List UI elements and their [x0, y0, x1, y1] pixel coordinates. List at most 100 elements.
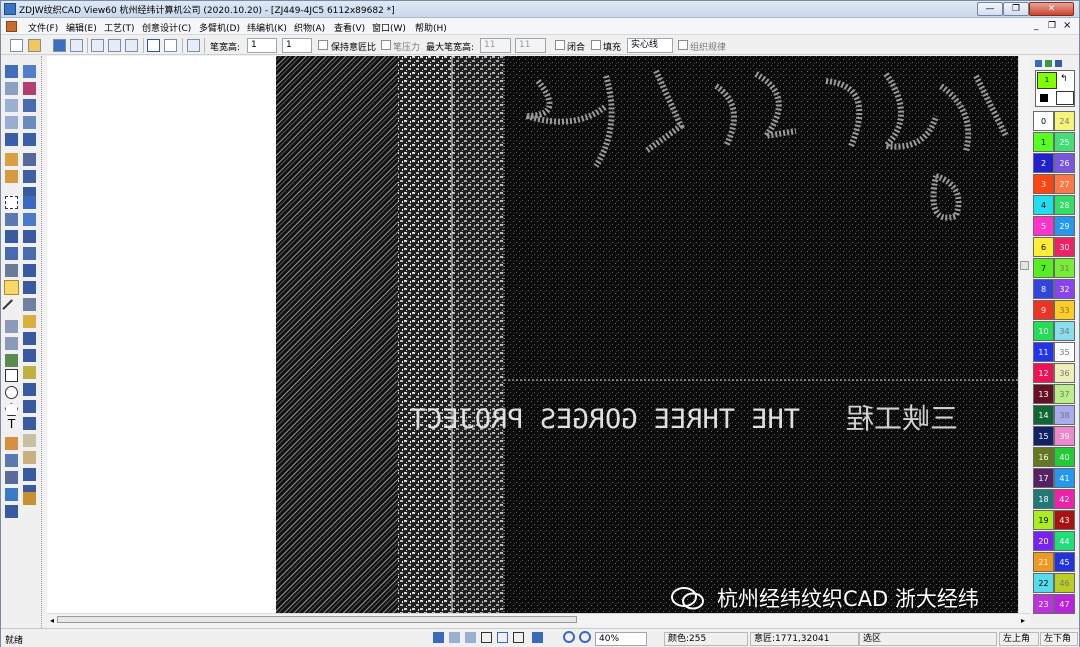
max-pen-height-spinner[interactable]: 11	[515, 38, 546, 53]
mdi-restore-button[interactable]: ❐	[1048, 21, 1056, 31]
globe-icon[interactable]	[23, 170, 36, 183]
text-icon[interactable]: T	[5, 418, 18, 431]
spray-icon[interactable]	[5, 354, 18, 367]
color-swatch[interactable]: 44	[1054, 531, 1075, 551]
vertical-scroll-thumb[interactable]	[1020, 261, 1029, 270]
color-swatch[interactable]: 12	[1033, 363, 1054, 383]
eraser-icon[interactable]	[5, 488, 18, 501]
hatch-icon[interactable]	[513, 632, 524, 643]
color-swatch[interactable]: 9	[1033, 300, 1054, 320]
color-swatch[interactable]: 2	[1033, 153, 1054, 173]
chart-tool-icon[interactable]	[23, 417, 36, 430]
pencil-icon[interactable]	[4, 280, 19, 295]
rotate-icon[interactable]	[5, 505, 18, 518]
zoom-select[interactable]: 40%	[595, 632, 647, 646]
dots-icon[interactable]	[23, 196, 36, 209]
fine-grid-icon[interactable]	[497, 632, 508, 643]
color-swatch[interactable]: 43	[1054, 510, 1075, 530]
mesh-icon[interactable]	[23, 468, 36, 481]
lasso-icon[interactable]	[5, 213, 18, 226]
grid-icon[interactable]	[91, 39, 104, 52]
magic-wand-icon[interactable]	[5, 230, 18, 243]
palette-mode-icon[interactable]	[1035, 60, 1042, 67]
weave-icon[interactable]	[23, 230, 36, 243]
zoom-in-icon[interactable]	[563, 631, 575, 643]
menu-creative-design[interactable]: 创意设计(C)	[142, 21, 191, 34]
menu-file[interactable]: 文件(F)	[28, 21, 58, 34]
color-swatch[interactable]: 31	[1054, 258, 1075, 278]
color-swatch[interactable]: 32	[1054, 279, 1075, 299]
color-swatch[interactable]: 27	[1054, 174, 1075, 194]
copy-icon[interactable]	[108, 39, 121, 52]
color-swatch[interactable]: 47	[1054, 594, 1075, 614]
noise-icon[interactable]	[23, 298, 36, 311]
color-swatch[interactable]: 22	[1033, 573, 1054, 593]
color-swatch[interactable]: 19	[1033, 510, 1054, 530]
color-swatch[interactable]: 24	[1054, 111, 1075, 131]
tile-icon[interactable]	[23, 281, 36, 294]
design-canvas[interactable]: THE THREE GORGES PROJECT 三峡工程	[276, 56, 1018, 613]
color-swatch[interactable]: 33	[1054, 300, 1075, 320]
printer-icon[interactable]	[23, 492, 36, 505]
folder-tool-icon[interactable]	[23, 451, 36, 464]
close-button[interactable]: ✕	[1029, 2, 1074, 16]
texture-icon[interactable]	[23, 153, 36, 166]
calculator-icon[interactable]	[187, 39, 200, 52]
eye-icon[interactable]	[23, 65, 36, 78]
new-file-icon[interactable]	[10, 39, 23, 52]
pointer-icon[interactable]	[532, 632, 543, 643]
page-icon[interactable]	[449, 632, 460, 643]
vertical-scrollbar[interactable]	[1018, 56, 1030, 613]
color-swatch[interactable]: 37	[1054, 384, 1075, 404]
background-color[interactable]	[1056, 91, 1074, 105]
frame-icon[interactable]	[5, 116, 18, 129]
color-swatch[interactable]: 36	[1054, 363, 1075, 383]
blend-icon[interactable]	[5, 170, 18, 183]
color-swatch[interactable]: 14	[1033, 405, 1054, 425]
color-swatch[interactable]: 25	[1054, 132, 1075, 152]
pages-icon[interactable]	[465, 632, 476, 643]
closed-checkbox[interactable]	[555, 40, 565, 50]
color-swatch[interactable]: 46	[1054, 573, 1075, 593]
tissue-rule-checkbox[interactable]	[678, 40, 688, 50]
bars-icon[interactable]	[23, 349, 36, 362]
pen-height-spinner[interactable]: 1	[282, 38, 312, 53]
color-swatch[interactable]: 18	[1033, 489, 1054, 509]
color-swatch[interactable]: 41	[1054, 468, 1075, 488]
color-swatch[interactable]: 10	[1033, 321, 1054, 341]
color-swatch[interactable]: 30	[1054, 237, 1075, 257]
mirror-icon[interactable]	[5, 133, 18, 146]
color-swatch[interactable]: 11	[1033, 342, 1054, 362]
save-all-icon[interactable]	[70, 39, 83, 52]
scroll-right-icon[interactable]: ▸	[1021, 616, 1025, 625]
grid-tool-icon[interactable]	[23, 247, 36, 260]
rect-select-icon[interactable]	[5, 196, 18, 209]
scroll-left-icon[interactable]: ◂	[50, 616, 54, 625]
curve-icon[interactable]	[5, 337, 18, 350]
redo-icon[interactable]	[164, 39, 177, 52]
menu-help[interactable]: 帮助(H)	[415, 21, 447, 34]
color-swatch[interactable]: 5	[1033, 216, 1054, 236]
color-swatch[interactable]: 3	[1033, 174, 1054, 194]
rectangle-icon[interactable]	[5, 369, 18, 382]
refresh-icon[interactable]	[125, 39, 138, 52]
menu-weft-knit[interactable]: 纬编机(K)	[247, 21, 287, 34]
grid-view-icon[interactable]	[481, 632, 492, 643]
cross-move-icon[interactable]	[23, 264, 36, 277]
menu-edit[interactable]: 编辑(E)	[66, 21, 97, 34]
stripe-icon[interactable]	[23, 332, 36, 345]
palette-list-icon[interactable]	[1055, 60, 1062, 67]
color-swatch[interactable]: 13	[1033, 384, 1054, 404]
scissors-icon[interactable]	[5, 454, 18, 467]
color-swatch[interactable]: 45	[1054, 552, 1075, 572]
menu-view[interactable]: 查看(V)	[334, 21, 365, 34]
columns-icon[interactable]	[23, 99, 36, 112]
color-swatch[interactable]: 29	[1054, 216, 1075, 236]
pen-width-spinner[interactable]: 1	[247, 38, 277, 53]
select-tool-icon[interactable]	[433, 632, 444, 643]
fill-checkbox[interactable]	[591, 40, 601, 50]
menu-dobby[interactable]: 多臂机(D)	[199, 21, 240, 34]
default-colors-icon[interactable]	[1039, 93, 1049, 103]
color-swatch[interactable]: 0	[1033, 111, 1054, 131]
color-swatch[interactable]: 20	[1033, 531, 1054, 551]
